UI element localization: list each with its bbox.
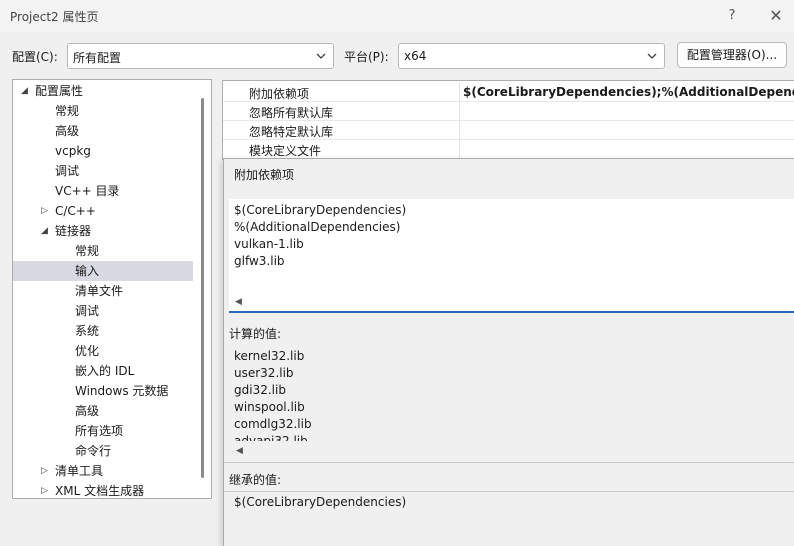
tree-item[interactable]: 命令行 (13, 441, 193, 461)
tree-item-label: 优化 (75, 344, 100, 358)
computed-value-line: advapi32.lib (234, 434, 308, 441)
inherited-values-label: 继承的值: (229, 473, 282, 487)
property-value: $(CoreLibraryDependencies);%(AdditionalD… (463, 85, 794, 99)
platform-select[interactable]: x64 (398, 43, 665, 69)
tree-item[interactable]: 输入 (13, 261, 193, 281)
tree-item[interactable]: 嵌入的 IDL (13, 361, 193, 381)
dependency-line: %(AdditionalDependencies) (234, 220, 401, 234)
tree-item[interactable]: 清单文件 (13, 281, 193, 301)
editor-heading: 附加依赖项 (234, 168, 295, 182)
tree-item-label: 调试 (55, 164, 80, 178)
column-separator (459, 83, 460, 102)
inherited-values-list[interactable]: $(CoreLibraryDependencies) (229, 493, 794, 546)
help-button[interactable]: ? (718, 5, 746, 27)
tree-item[interactable]: 高级 (13, 401, 193, 421)
tree-item-label: vcpkg (55, 144, 91, 158)
tree-item-label: 常规 (75, 244, 100, 258)
title-bar: Project2 属性页 ? ✕ (0, 0, 794, 32)
tree-item[interactable]: ▷ C/C++ (13, 201, 193, 221)
property-row[interactable]: 忽略所有默认库 (223, 102, 794, 121)
tree-item[interactable]: vcpkg (13, 141, 193, 161)
property-name: 忽略所有默认库 (249, 106, 334, 120)
computed-value-line: user32.lib (234, 366, 294, 380)
column-separator (459, 140, 460, 159)
expand-arrow-icon[interactable]: ▷ (41, 481, 51, 498)
tree-item[interactable]: ◢ 链接器 (13, 221, 193, 241)
close-button[interactable]: ✕ (762, 5, 790, 27)
configuration-value: 所有配置 (73, 51, 122, 65)
tree-item[interactable]: VC++ 目录 (13, 181, 193, 201)
tree-item-label: 系统 (75, 324, 100, 338)
column-separator (459, 102, 460, 121)
tree-item[interactable]: Windows 元数据 (13, 381, 193, 401)
section-divider (224, 462, 794, 463)
property-grid: 附加依赖项 $(CoreLibraryDependencies);%(Additi… (222, 80, 794, 160)
tree-item[interactable]: 常规 (13, 101, 193, 121)
tree-item[interactable]: 调试 (13, 301, 193, 321)
window-title: Project2 属性页 (10, 10, 99, 24)
tree-item[interactable]: ▷ 清单工具 (13, 461, 193, 481)
inherited-value-line: $(CoreLibraryDependencies) (234, 495, 407, 509)
tree-scrollbar[interactable] (201, 98, 204, 478)
tree-item-label: 清单工具 (55, 464, 104, 478)
column-separator (459, 121, 460, 140)
tree-item[interactable]: 常规 (13, 241, 193, 261)
tree-item-label: VC++ 目录 (55, 184, 120, 198)
computed-values-list[interactable]: kernel32.lib user32.lib gdi32.lib winspool.… (229, 347, 794, 441)
tree-item-label: 链接器 (55, 224, 92, 238)
platform-label: 平台(P): (344, 50, 389, 64)
tree-item[interactable]: 所有选项 (13, 421, 193, 441)
tree-item[interactable]: 系统 (13, 321, 193, 341)
scroll-left-icon[interactable]: ◀ (236, 446, 243, 456)
additional-dependencies-editor: 附加依赖项 $(CoreLibraryDependencies) %(Additi… (223, 158, 794, 546)
chevron-down-icon (647, 53, 657, 59)
computed-values-label: 计算的值: (229, 327, 282, 341)
dependency-line: $(CoreLibraryDependencies) (234, 203, 407, 217)
tree-item-label: 高级 (75, 404, 100, 418)
property-name: 忽略特定默认库 (249, 125, 334, 139)
configuration-select[interactable]: 所有配置 (67, 43, 334, 69)
property-row[interactable]: 模块定义文件 (223, 140, 794, 159)
tree-item[interactable]: 高级 (13, 121, 193, 141)
scroll-left-icon[interactable]: ◀ (235, 297, 242, 307)
expand-arrow-icon[interactable]: ▷ (41, 201, 51, 221)
computed-value-line: winspool.lib (234, 400, 305, 414)
computed-value-line: gdi32.lib (234, 383, 286, 397)
collapse-arrow-icon[interactable]: ◢ (21, 81, 31, 101)
dependency-line: vulkan-1.lib (234, 237, 304, 251)
tree-item-label: C/C++ (55, 204, 96, 218)
property-name: 附加依赖项 (249, 87, 310, 101)
computed-value-line: kernel32.lib (234, 349, 305, 363)
tree-item[interactable]: 调试 (13, 161, 193, 181)
computed-value-line: comdlg32.lib (234, 417, 312, 431)
dependency-line: glfw3.lib (234, 254, 285, 268)
collapse-arrow-icon[interactable]: ◢ (41, 221, 51, 241)
configuration-label: 配置(C): (12, 50, 58, 64)
tree-item[interactable]: ▷ XML 文档生成器 (13, 481, 193, 498)
property-row[interactable]: 忽略特定默认库 (223, 121, 794, 140)
platform-value: x64 (404, 49, 427, 63)
tree-item-label: 清单文件 (75, 284, 124, 298)
property-tree: ◢ 配置属性 常规 高级 vcpkg 调试 VC++ 目录 ▷ C/C++ ◢ 链接器 常规 输入 清单文… (12, 79, 212, 499)
tree-item-label: XML 文档生成器 (55, 484, 145, 498)
tree-item-label: 命令行 (75, 444, 112, 458)
tree-item[interactable]: 优化 (13, 341, 193, 361)
tree-item[interactable]: ◢ 配置属性 (13, 81, 193, 101)
expand-arrow-icon[interactable]: ▷ (41, 461, 51, 481)
chevron-down-icon (316, 53, 326, 59)
section-divider (224, 491, 794, 492)
tree-item-label: 常规 (55, 104, 80, 118)
property-name: 模块定义文件 (249, 144, 322, 158)
dependencies-textarea[interactable]: $(CoreLibraryDependencies) %(AdditionalDe… (229, 199, 794, 313)
tree-item-label: Windows 元数据 (75, 384, 169, 398)
tree-item-label: 嵌入的 IDL (75, 364, 135, 378)
tree-item-label: 输入 (75, 264, 100, 278)
tree-item-label: 高级 (55, 124, 80, 138)
property-row[interactable]: 附加依赖项 $(CoreLibraryDependencies);%(Additi… (223, 83, 794, 102)
tree-item-label: 所有选项 (75, 424, 124, 438)
tree-item-label: 调试 (75, 304, 100, 318)
configuration-manager-button[interactable]: 配置管理器(O)... (677, 42, 787, 68)
tree-item-label: 配置属性 (35, 84, 84, 98)
